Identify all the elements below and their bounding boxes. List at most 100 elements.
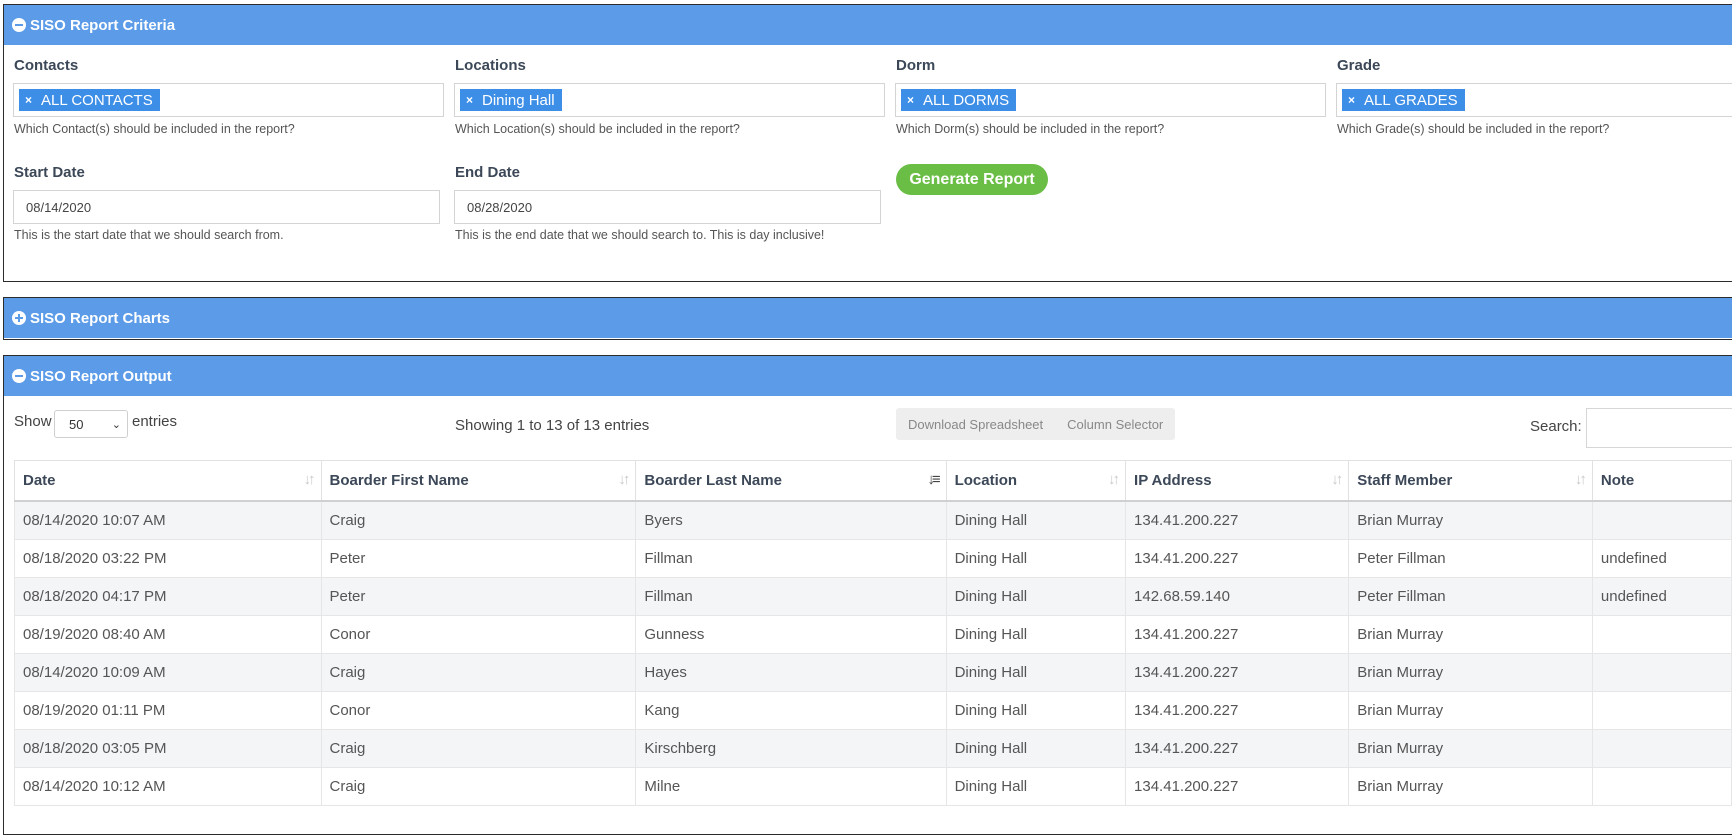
end-date-label: End Date: [455, 164, 521, 181]
entries-length-select[interactable]: 50 ⌄: [54, 410, 128, 438]
end-date-help: This is the end date that we should sear…: [455, 228, 825, 242]
table-row: 08/14/2020 10:12 AM Craig Milne Dining H…: [14, 767, 1732, 806]
column-selector-button[interactable]: Column Selector: [1055, 408, 1175, 440]
column-header-first-name[interactable]: Boarder First Name ↓↑: [320, 460, 637, 502]
cell-date: 08/18/2020 04:17 PM: [14, 577, 322, 616]
criteria-panel-title: SISO Report Criteria: [30, 16, 176, 34]
locations-tag[interactable]: × Dining Hall: [460, 89, 562, 111]
locations-help: Which Location(s) should be included in …: [455, 122, 740, 136]
grade-select[interactable]: × ALL GRADES: [1336, 83, 1732, 117]
show-label: Show: [14, 413, 52, 430]
cell-note: [1591, 691, 1732, 730]
cell-ip-address: 134.41.200.227: [1125, 615, 1350, 654]
report-table: Date ↓↑ Boarder First Name ↓↑ Boarder Last…: [14, 460, 1732, 806]
table-row: 08/18/2020 03:05 PM Craig Kirschberg Din…: [14, 729, 1732, 768]
contacts-label: Contacts: [14, 57, 79, 74]
end-date-input[interactable]: 08/28/2020: [454, 190, 881, 224]
cell-ip-address: 134.41.200.227: [1125, 767, 1350, 806]
criteria-panel-header[interactable]: SISO Report Criteria: [4, 5, 1732, 45]
start-date-input[interactable]: 08/14/2020: [13, 190, 440, 224]
cell-location: Dining Hall: [945, 500, 1127, 540]
cell-date: 08/19/2020 08:40 AM: [14, 615, 322, 654]
cell-staff-member: Brian Murray: [1348, 767, 1593, 806]
cell-date: 08/14/2020 10:09 AM: [14, 653, 322, 692]
charts-panel: SISO Report Charts: [3, 297, 1732, 340]
sort-icon[interactable]: ↓↑: [1331, 471, 1343, 488]
cell-last-name: Gunness: [635, 615, 947, 654]
cell-last-name: Byers: [635, 500, 947, 540]
column-header-staff-member[interactable]: Staff Member ↓↑: [1348, 460, 1593, 502]
cell-date: 08/14/2020 10:07 AM: [14, 500, 322, 540]
collapse-icon[interactable]: [12, 369, 26, 383]
column-header-label: Location: [954, 472, 1018, 489]
chevron-down-icon: ⌄: [111, 419, 121, 431]
cell-first-name: Peter: [320, 577, 637, 616]
remove-tag-icon[interactable]: ×: [1348, 93, 1355, 107]
column-header-note[interactable]: Note: [1591, 460, 1732, 502]
cell-note: [1591, 500, 1732, 540]
column-header-label: Staff Member: [1357, 472, 1453, 489]
cell-note: [1591, 615, 1732, 654]
table-row: 08/19/2020 01:11 PM Conor Kang Dining Ha…: [14, 691, 1732, 730]
column-header-date[interactable]: Date ↓↑: [14, 460, 322, 502]
sort-icon[interactable]: ↓↑: [618, 471, 630, 488]
cell-first-name: Craig: [320, 767, 637, 806]
contacts-tag-label: ALL CONTACTS: [41, 91, 153, 109]
start-date-label: Start Date: [14, 164, 85, 181]
cell-staff-member: Brian Murray: [1348, 500, 1593, 540]
download-spreadsheet-button[interactable]: Download Spreadsheet: [896, 408, 1055, 440]
dorm-label: Dorm: [896, 57, 936, 74]
dorm-help: Which Dorm(s) should be included in the …: [896, 122, 1165, 136]
column-header-ip-address[interactable]: IP Address ↓↑: [1125, 460, 1350, 502]
sort-ascending-icon[interactable]: ↓≡: [927, 471, 940, 488]
cell-location: Dining Hall: [945, 691, 1127, 730]
cell-last-name: Fillman: [635, 577, 947, 616]
remove-tag-icon[interactable]: ×: [25, 93, 32, 107]
output-panel-header[interactable]: SISO Report Output: [4, 356, 1732, 396]
sort-icon[interactable]: ↓↑: [1575, 471, 1587, 488]
grade-label: Grade: [1337, 57, 1381, 74]
remove-tag-icon[interactable]: ×: [907, 93, 914, 107]
dorm-tag-label: ALL DORMS: [923, 91, 1010, 109]
cell-note: undefined: [1591, 539, 1732, 578]
cell-last-name: Hayes: [635, 653, 947, 692]
search-input[interactable]: [1586, 408, 1732, 448]
column-header-location[interactable]: Location ↓↑: [945, 460, 1127, 502]
dorm-select[interactable]: × ALL DORMS: [895, 83, 1326, 117]
cell-location: Dining Hall: [945, 653, 1127, 692]
cell-last-name: Kirschberg: [635, 729, 947, 768]
cell-last-name: Fillman: [635, 539, 947, 578]
table-row: 08/14/2020 10:09 AM Craig Hayes Dining H…: [14, 653, 1732, 692]
cell-staff-member: Brian Murray: [1348, 653, 1593, 692]
cell-location: Dining Hall: [945, 615, 1127, 654]
cell-note: undefined: [1591, 577, 1732, 616]
collapse-icon[interactable]: [12, 18, 26, 32]
contacts-select[interactable]: × ALL CONTACTS: [13, 83, 444, 117]
charts-panel-header[interactable]: SISO Report Charts: [4, 298, 1732, 338]
grade-tag[interactable]: × ALL GRADES: [1342, 89, 1465, 111]
cell-staff-member: Peter Fillman: [1348, 539, 1593, 578]
output-panel-title: SISO Report Output: [30, 367, 172, 385]
cell-last-name: Kang: [635, 691, 947, 730]
column-header-last-name[interactable]: Boarder Last Name ↓≡: [635, 460, 947, 502]
cell-first-name: Craig: [320, 500, 637, 540]
expand-icon[interactable]: [12, 311, 26, 325]
entries-label: entries: [132, 413, 178, 430]
cell-ip-address: 134.41.200.227: [1125, 729, 1350, 768]
cell-date: 08/19/2020 01:11 PM: [14, 691, 322, 730]
remove-tag-icon[interactable]: ×: [466, 93, 473, 107]
generate-report-button[interactable]: Generate Report: [896, 164, 1048, 195]
locations-tag-label: Dining Hall: [482, 91, 555, 109]
cell-location: Dining Hall: [945, 729, 1127, 768]
locations-select[interactable]: × Dining Hall: [454, 83, 885, 117]
sort-icon[interactable]: ↓↑: [1108, 471, 1120, 488]
column-header-label: Boarder First Name: [329, 472, 469, 489]
cell-first-name: Peter: [320, 539, 637, 578]
contacts-tag[interactable]: × ALL CONTACTS: [19, 89, 160, 111]
cell-first-name: Conor: [320, 615, 637, 654]
column-header-label: Boarder Last Name: [644, 472, 782, 489]
sort-icon[interactable]: ↓↑: [304, 471, 316, 488]
entries-length-value: 50: [69, 416, 84, 432]
dorm-tag[interactable]: × ALL DORMS: [901, 89, 1017, 111]
column-header-label: IP Address: [1134, 472, 1212, 489]
